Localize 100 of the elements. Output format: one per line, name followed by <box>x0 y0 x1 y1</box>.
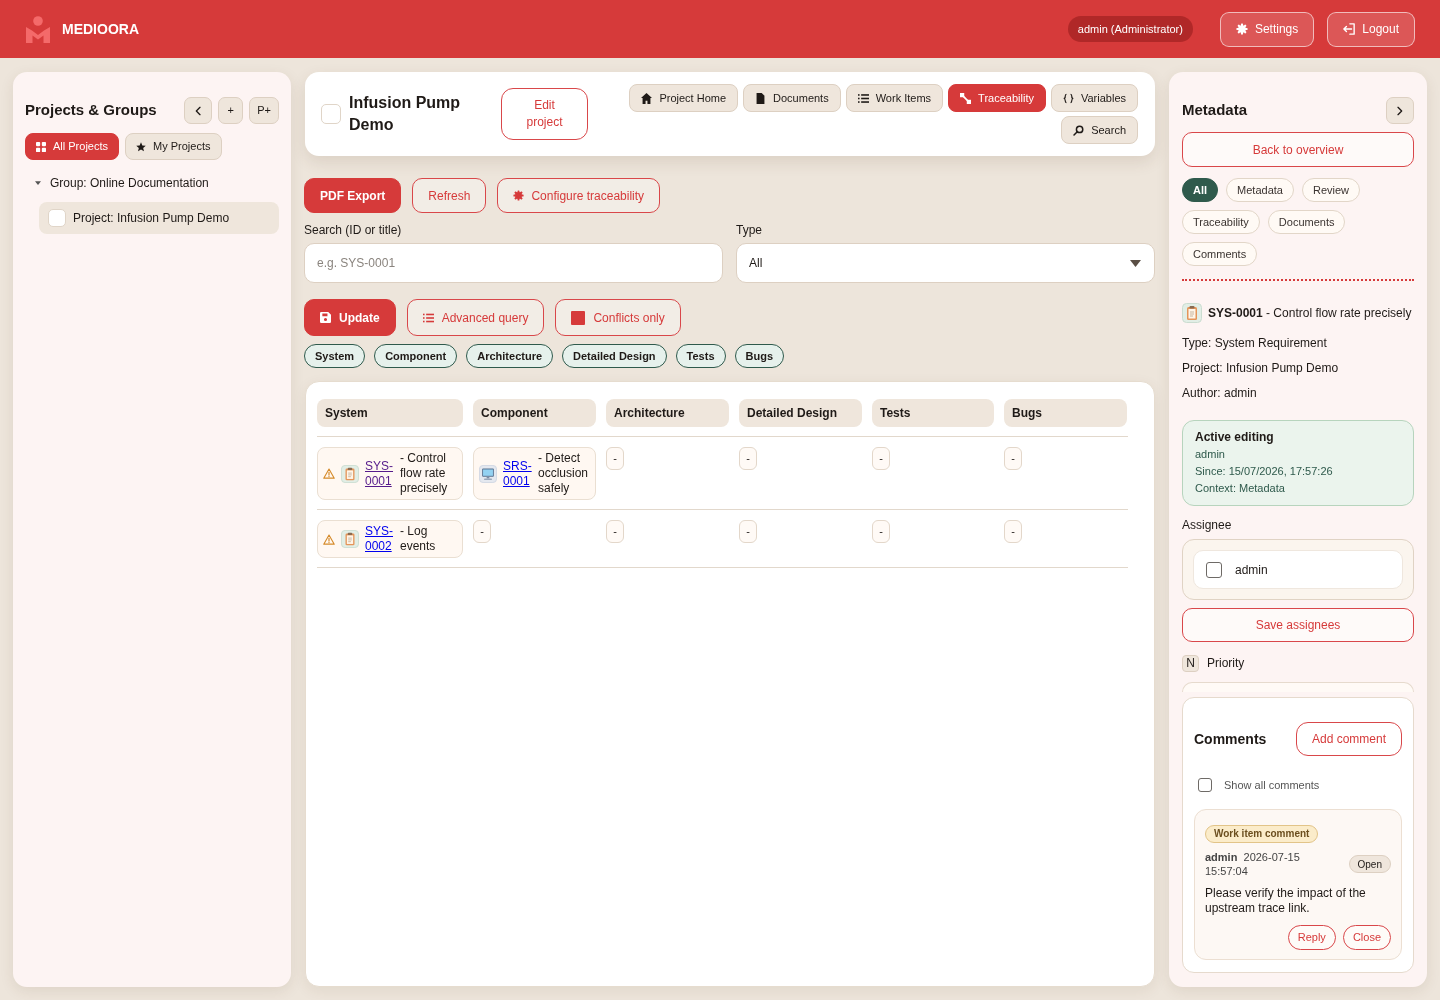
tree-item[interactable]: Project: Infusion Pump Demo <box>39 202 279 234</box>
active-editing-line: Context: Metadata <box>1195 481 1286 496</box>
home-icon <box>641 92 653 104</box>
dash-cell: - <box>606 447 624 470</box>
chevron-right-icon <box>1397 105 1403 116</box>
connected-squares-icon <box>960 92 972 104</box>
level-chip: Tests <box>675 344 726 368</box>
item-title: - Control flow rate precisely <box>400 451 449 496</box>
section-filter-chip[interactable]: Metadata <box>1226 178 1294 202</box>
column-header: Tests <box>872 399 994 427</box>
add-project-button[interactable]: P+ <box>249 97 279 124</box>
item-link[interactable]: SYS-0001 <box>365 458 394 489</box>
project-title: Infusion Pump Demo <box>349 93 462 135</box>
level-chip: Architecture <box>466 344 554 368</box>
comment-status: Open <box>1348 855 1391 873</box>
section-filter-chip[interactable]: All <box>1182 178 1219 202</box>
section-filter-chip[interactable]: Review <box>1301 178 1360 202</box>
priority-badge: N <box>1182 654 1199 672</box>
level-chip: Detailed Design <box>562 344 667 368</box>
show-all-checkbox[interactable] <box>1198 778 1212 792</box>
column-header: System <box>317 399 463 427</box>
list-icon <box>422 312 434 323</box>
dash-cell: - <box>606 520 624 543</box>
priority-field[interactable] <box>1182 682 1414 692</box>
dash-cell: - <box>1004 447 1022 470</box>
nav-tab[interactable]: Traceability <box>948 84 1046 112</box>
panel-title: Metadata <box>1182 100 1248 121</box>
search-icon <box>1073 124 1085 136</box>
section-filter-chip[interactable]: Traceability <box>1182 210 1260 234</box>
assignee-checkbox[interactable] <box>1206 561 1222 578</box>
clipboard-icon <box>341 530 359 548</box>
section-filter-chip[interactable]: Comments <box>1182 242 1258 266</box>
show-all-label: Show all comments <box>1224 777 1320 793</box>
collapse-button[interactable] <box>184 97 213 124</box>
nav-tab[interactable]: Search <box>1061 116 1138 144</box>
expand-button[interactable] <box>1386 97 1414 124</box>
star-icon <box>136 141 147 152</box>
item-title: - Detect occlusion safely <box>538 451 590 496</box>
comment-text: Please verify the impact of the upstream trace link. <box>1205 886 1367 916</box>
grid-icon <box>36 141 46 152</box>
clipboard-icon <box>1182 303 1202 323</box>
brand-name: MEDIOORA <box>62 19 139 39</box>
comments-title: Comments <box>1194 729 1267 749</box>
braces-icon <box>1062 92 1074 104</box>
priority-label: Priority <box>1207 655 1245 672</box>
blank-tile-icon <box>321 104 341 124</box>
dash-cell: - <box>739 520 757 543</box>
gear-icon <box>513 190 525 201</box>
nav-tab[interactable]: Work Items <box>845 84 944 112</box>
item-title: - Log events <box>400 524 437 554</box>
nav-tab[interactable]: Variables <box>1050 84 1138 112</box>
logout-button[interactable]: Logout <box>1327 11 1415 47</box>
level-chip: Bugs <box>734 344 784 368</box>
logout-icon <box>1343 23 1356 35</box>
level-chip: Component <box>374 344 458 368</box>
configure-traceability-button[interactable]: Configure traceability <box>497 178 661 213</box>
tree-group[interactable]: Group: Online Documentation <box>25 175 279 191</box>
assignee-option[interactable]: admin <box>1193 550 1403 589</box>
close-comment-button[interactable]: Close <box>1342 925 1391 950</box>
nav-tab[interactable]: Project Home <box>629 84 739 112</box>
dash-cell: - <box>739 447 757 470</box>
section-filter-chip[interactable]: Documents <box>1267 210 1346 234</box>
detail-line: Author: admin <box>1182 386 1258 401</box>
edit-project-button[interactable]: Edit project <box>501 88 588 140</box>
assignee-label: Assignee <box>1182 518 1233 533</box>
reply-button[interactable]: Reply <box>1287 925 1336 950</box>
dash-cell: - <box>1004 520 1022 543</box>
column-header: Component <box>473 399 596 427</box>
add-button[interactable]: + <box>218 97 244 124</box>
chevron-left-icon <box>195 105 202 116</box>
nav-tab[interactable]: Documents <box>743 84 841 112</box>
column-header: Architecture <box>606 399 729 427</box>
field-label: Search (ID or title) <box>304 223 403 237</box>
comment-tag: Work item comment <box>1205 824 1319 843</box>
save-assignees-button[interactable]: Save assignees <box>1182 608 1414 642</box>
back-to-overview-button[interactable]: Back to overview <box>1182 132 1414 167</box>
add-comment-button[interactable]: Add comment <box>1295 722 1402 756</box>
item-link[interactable]: SYS-0002 <box>365 524 394 554</box>
level-chip: System <box>304 344 366 368</box>
update-button[interactable]: Update <box>304 299 396 336</box>
dash-cell: - <box>473 520 491 543</box>
dash-cell: - <box>872 447 890 470</box>
column-header: Bugs <box>1004 399 1127 427</box>
search-field[interactable]: e.g. SYS-0001 <box>304 243 723 283</box>
item-link[interactable]: SRS-0001 <box>503 458 532 489</box>
active-editing-line: admin <box>1195 447 1226 462</box>
comment-meta: admin 2026-07-15 15:57:04 <box>1205 850 1301 878</box>
item-heading: SYS-0001 - Control flow rate precisely <box>1208 305 1412 322</box>
project-filter-tab[interactable]: All Projects <box>25 133 120 160</box>
clipboard-icon <box>341 464 359 483</box>
pdf-export-button[interactable]: PDF Export <box>304 178 402 213</box>
monitor-icon <box>479 464 497 483</box>
advanced-query-button[interactable]: Advanced query <box>406 299 545 336</box>
assignee-name: admin <box>1235 561 1268 579</box>
type-select[interactable]: All <box>736 243 1155 283</box>
conflicts-only-button[interactable]: Conflicts only <box>555 299 681 336</box>
refresh-button[interactable]: Refresh <box>412 178 487 213</box>
settings-button[interactable]: Settings <box>1219 11 1315 47</box>
user-badge: admin (Administrator) <box>1067 16 1193 42</box>
project-filter-tab[interactable]: My Projects <box>125 133 222 160</box>
